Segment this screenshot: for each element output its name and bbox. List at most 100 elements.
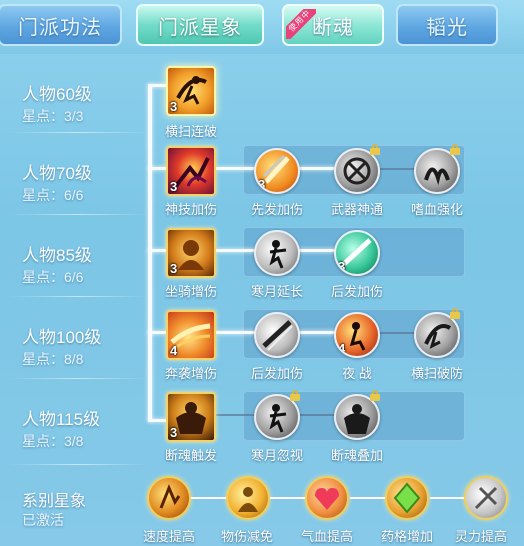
skill-late-strike[interactable]: 3 xyxy=(334,230,380,276)
row-level-label: 人物115级 xyxy=(22,410,101,429)
skill-label: 嗜血强化 xyxy=(410,202,463,217)
skill-cold-moon-extend[interactable] xyxy=(254,230,300,276)
tab-sect-stars[interactable]: 门派星象 xyxy=(136,4,264,46)
skill-label: 夜 战 xyxy=(342,366,372,381)
skill-night-battle[interactable]: 4 xyxy=(334,312,380,358)
series-speed-up[interactable] xyxy=(147,476,191,520)
lock-icon xyxy=(370,390,380,401)
skill-first-strike[interactable]: 3 xyxy=(254,148,300,194)
lock-icon xyxy=(450,144,460,155)
skill-label: 神技加伤 xyxy=(164,202,217,217)
row-level-label: 人物60级 xyxy=(22,85,92,104)
soul-stack-icon xyxy=(344,404,370,434)
skill-soul-break-trigger[interactable]: 3 xyxy=(166,392,216,442)
tree-branch xyxy=(298,249,338,252)
tab-label: 门派功法 xyxy=(18,16,102,39)
skill-label: 后发加伤 xyxy=(330,284,383,299)
skill-count: 3 xyxy=(170,425,178,440)
skill-divine-skill[interactable]: 3 xyxy=(166,146,216,196)
skill-count: 4 xyxy=(338,341,346,356)
tree-branch-inactive xyxy=(298,414,338,416)
late-strike-icon xyxy=(262,320,293,351)
series-connector xyxy=(190,497,230,499)
tree-branch xyxy=(148,84,166,87)
tab-soul-break[interactable]: 使用中 断魂 xyxy=(282,4,384,46)
row-star-count: 星点：3/3 xyxy=(22,108,84,124)
skill-count: 3 xyxy=(170,179,178,194)
tree-trunk xyxy=(148,85,152,421)
health-up-icon xyxy=(315,488,339,510)
tab-bar: 门派功法 门派星象 使用中 断魂 韬光 xyxy=(0,0,524,54)
tree-branch xyxy=(298,331,338,334)
spirit-up-icon xyxy=(474,486,498,510)
tree-branch xyxy=(216,167,256,170)
physical-reduction-icon xyxy=(238,487,258,512)
series-label: 灵力提高 xyxy=(454,529,507,544)
row-star-count: 星点：6/6 xyxy=(22,187,84,203)
potion-slot-icon xyxy=(393,482,421,514)
tree-branch xyxy=(298,167,338,170)
skill-mount-damage[interactable]: 3 xyxy=(166,228,216,278)
divider xyxy=(8,214,148,215)
skill-count: 3 xyxy=(258,177,266,192)
skill-label: 坐骑增伤 xyxy=(164,284,217,299)
divider xyxy=(8,132,148,133)
lock-icon xyxy=(290,390,300,401)
skill-count: 3 xyxy=(170,261,178,276)
tree-branch xyxy=(148,331,166,334)
skill-label: 武器神通 xyxy=(330,202,383,217)
skill-sweeping-strike[interactable]: 3 xyxy=(166,66,216,116)
series-physical-reduction[interactable] xyxy=(226,476,270,520)
series-connector xyxy=(270,497,310,499)
sweep-break-icon xyxy=(424,324,452,349)
speed-up-icon xyxy=(159,484,181,509)
tab-label: 门派星象 xyxy=(158,16,242,39)
in-use-badge: 使用中 xyxy=(286,9,316,39)
skill-late-strike-2[interactable] xyxy=(254,312,300,358)
skill-label: 寒月延长 xyxy=(250,284,303,299)
series-title: 系别星象 xyxy=(22,493,87,510)
skill-label: 断魂叠加 xyxy=(330,448,383,463)
tree-branch-inactive xyxy=(216,414,256,416)
series-connector xyxy=(430,497,468,499)
tree-branch xyxy=(148,249,166,252)
series-health-up[interactable] xyxy=(305,476,349,520)
series-status: 已激活 xyxy=(22,512,64,528)
divider xyxy=(8,378,148,379)
cold-moon-ignore-icon xyxy=(269,404,287,433)
skill-count: 3 xyxy=(170,99,178,114)
lock-icon xyxy=(370,144,380,155)
series-potion-slot[interactable] xyxy=(385,476,429,520)
series-label: 药格增加 xyxy=(380,529,433,544)
skill-label: 先发加伤 xyxy=(250,202,303,217)
row-star-count: 星点：8/8 xyxy=(22,351,84,367)
row-level-label: 人物100级 xyxy=(22,328,102,347)
skill-label: 横扫连破 xyxy=(164,124,217,139)
series-connector xyxy=(350,497,390,499)
skill-label: 断魂触发 xyxy=(164,448,217,463)
weapon-mastery-icon xyxy=(343,157,371,185)
tree-branch xyxy=(216,249,256,252)
skill-count: 4 xyxy=(170,343,178,358)
row-star-count: 星点：6/6 xyxy=(22,269,84,285)
cold-moon-icon xyxy=(269,240,287,269)
skill-label: 后发加伤 xyxy=(250,366,303,381)
tree-branch xyxy=(216,331,256,334)
tab-hidden-light[interactable]: 韬光 xyxy=(396,4,498,46)
lock-icon xyxy=(450,308,460,319)
divider xyxy=(8,464,148,465)
tab-label: 韬光 xyxy=(426,16,468,39)
skill-label: 横扫破防 xyxy=(410,366,463,381)
tree-branch-inactive xyxy=(378,332,418,334)
skill-count: 3 xyxy=(338,259,346,274)
series-label: 物伤减免 xyxy=(220,529,273,544)
skill-label: 寒月忽视 xyxy=(250,448,303,463)
row-level-label: 人物70级 xyxy=(22,164,92,183)
series-spirit-up[interactable] xyxy=(464,476,508,520)
bloodthirst-icon xyxy=(424,167,450,186)
tree-branch xyxy=(148,419,166,422)
tab-sect-skills[interactable]: 门派功法 xyxy=(0,4,122,46)
series-label: 气血提高 xyxy=(300,529,353,544)
row-level-label: 人物85级 xyxy=(22,246,92,265)
skill-charge-damage[interactable]: 4 xyxy=(166,310,216,360)
